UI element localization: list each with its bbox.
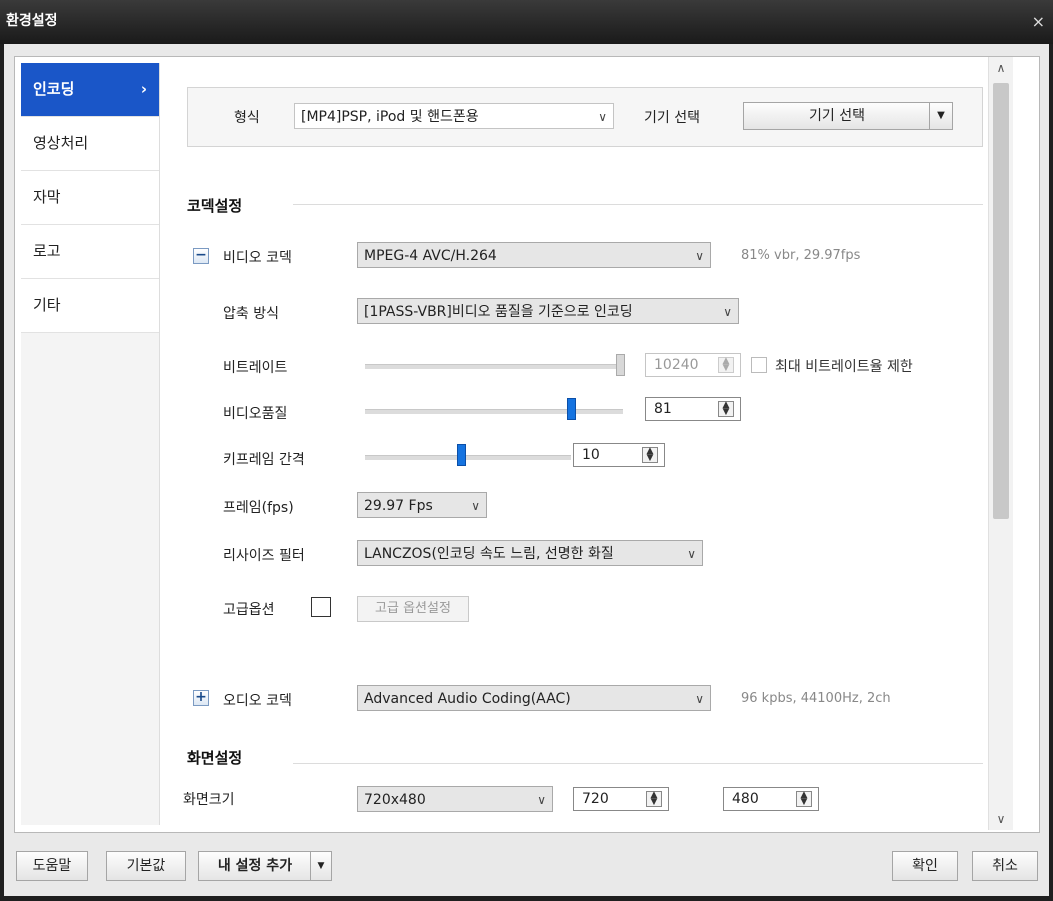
divider bbox=[293, 204, 983, 205]
add-my-setting-label: 내 설정 추가 bbox=[217, 858, 293, 874]
height-spinbox[interactable]: 480 ▲ ▼ bbox=[723, 787, 819, 811]
title-bar[interactable]: 환경설정 × bbox=[0, 0, 1053, 44]
max-bitrate-checkbox[interactable] bbox=[751, 357, 767, 373]
keyframe-spinbox[interactable]: 10 ▲ ▼ bbox=[573, 443, 665, 467]
keyframe-slider-track[interactable] bbox=[365, 455, 571, 460]
quality-label: 비디오품질 bbox=[223, 406, 288, 422]
chevron-down-icon: ∨ bbox=[695, 692, 704, 706]
video-codec-info: 81% vbr, 29.97fps bbox=[741, 248, 861, 263]
audio-codec-info: 96 kpbs, 44100Hz, 2ch bbox=[741, 691, 891, 706]
content-area: 형식 [MP4]PSP, iPod 및 핸드폰용 ∨ 기기 선택 기기 선택 ▼… bbox=[161, 57, 1013, 830]
width-spinbox[interactable]: 720 ▲ ▼ bbox=[573, 787, 669, 811]
device-label: 기기 선택 bbox=[644, 110, 700, 126]
scrollbar-thumb[interactable] bbox=[993, 83, 1009, 519]
cancel-button[interactable]: 취소 bbox=[972, 851, 1038, 881]
chevron-down-icon: ∨ bbox=[471, 499, 480, 513]
sidebar-item-label: 로고 bbox=[33, 242, 61, 260]
default-button[interactable]: 기본값 bbox=[106, 851, 186, 881]
scroll-up-icon[interactable]: ∧ bbox=[989, 57, 1013, 79]
chevron-down-icon: ∨ bbox=[598, 110, 607, 124]
expand-audio-icon[interactable]: + bbox=[193, 690, 209, 706]
compression-label: 압축 방식 bbox=[223, 306, 279, 322]
divider bbox=[293, 763, 983, 764]
spin-arrows-icon[interactable]: ▲ ▼ bbox=[718, 357, 734, 373]
video-codec-select[interactable]: MPEG-4 AVC/H.264 ∨ bbox=[357, 242, 711, 268]
chevron-down-icon: ∨ bbox=[685, 541, 696, 565]
sidebar: 인코딩 › 영상처리 자막 로고 기타 bbox=[21, 63, 160, 825]
screen-size-select[interactable]: 720x480 ∨ bbox=[357, 786, 553, 812]
spin-arrows-icon[interactable]: ▲ ▼ bbox=[796, 791, 812, 807]
chevron-down-icon: ∨ bbox=[723, 305, 732, 319]
advanced-label: 고급옵션 bbox=[223, 602, 275, 618]
settings-panel: 인코딩 › 영상처리 자막 로고 기타 형식 [MP4]PSP, iPod 및 … bbox=[14, 56, 1040, 833]
codec-section-title: 코덱설정 bbox=[187, 197, 243, 215]
dropdown-arrow-icon[interactable]: ▼ bbox=[929, 103, 952, 129]
vertical-scrollbar[interactable]: ∧ ∨ bbox=[988, 57, 1013, 830]
format-select[interactable]: [MP4]PSP, iPod 및 핸드폰용 ∨ bbox=[294, 103, 614, 129]
spin-arrows-icon[interactable]: ▲ ▼ bbox=[718, 401, 734, 417]
add-my-setting-button[interactable]: 내 설정 추가 ▼ bbox=[198, 851, 332, 881]
device-select-button[interactable]: 기기 선택 ▼ bbox=[743, 102, 953, 130]
keyframe-slider-thumb[interactable] bbox=[457, 444, 466, 466]
sidebar-item-logo[interactable]: 로고 bbox=[21, 225, 159, 279]
sidebar-item-video-processing[interactable]: 영상처리 bbox=[21, 117, 159, 171]
bitrate-slider-thumb[interactable] bbox=[616, 354, 625, 376]
bitrate-label: 비트레이트 bbox=[223, 360, 288, 376]
chevron-down-icon: ∨ bbox=[695, 249, 704, 263]
dialog-body: 인코딩 › 영상처리 자막 로고 기타 형식 [MP4]PSP, iPod 및 … bbox=[4, 44, 1049, 896]
quality-slider-track[interactable] bbox=[365, 409, 623, 414]
audio-codec-select[interactable]: Advanced Audio Coding(AAC) ∨ bbox=[357, 685, 711, 711]
audio-codec-label: 오디오 코덱 bbox=[223, 693, 292, 709]
bitrate-spinbox[interactable]: 10240 ▲ ▼ bbox=[645, 353, 741, 377]
fps-select[interactable]: 29.97 Fps ∨ bbox=[357, 492, 487, 518]
settings-window: 환경설정 × 인코딩 › 영상처리 자막 로고 기타 형식 [MP4]PSP, … bbox=[0, 0, 1053, 901]
advanced-checkbox[interactable] bbox=[311, 597, 331, 617]
sidebar-item-label: 기타 bbox=[33, 296, 61, 314]
sidebar-item-label: 자막 bbox=[33, 188, 61, 206]
sidebar-item-subtitle[interactable]: 자막 bbox=[21, 171, 159, 225]
sidebar-item-encoding[interactable]: 인코딩 › bbox=[21, 63, 159, 117]
close-icon[interactable]: × bbox=[1032, 12, 1045, 31]
sidebar-item-etc[interactable]: 기타 bbox=[21, 279, 159, 333]
scroll-down-icon[interactable]: ∨ bbox=[989, 808, 1013, 830]
sidebar-item-label: 영상처리 bbox=[33, 134, 89, 152]
collapse-video-icon[interactable]: − bbox=[193, 248, 209, 264]
screen-size-label: 화면크기 bbox=[183, 792, 235, 808]
screen-section-title: 화면설정 bbox=[187, 749, 243, 767]
compression-select[interactable]: [1PASS-VBR]비디오 품질을 기준으로 인코딩 ∨ bbox=[357, 298, 739, 324]
quality-slider-thumb[interactable] bbox=[567, 398, 576, 420]
resize-filter-select[interactable]: LANCZOS(인코딩 속도 느림, 선명한 화질 ∨ bbox=[357, 540, 703, 566]
video-codec-label: 비디오 코덱 bbox=[223, 250, 292, 266]
keyframe-label: 키프레임 간격 bbox=[223, 452, 305, 468]
dropdown-arrow-icon[interactable]: ▼ bbox=[310, 852, 331, 880]
ok-button[interactable]: 확인 bbox=[892, 851, 958, 881]
advanced-settings-button[interactable]: 고급 옵션설정 bbox=[357, 596, 469, 622]
spin-arrows-icon[interactable]: ▲ ▼ bbox=[642, 447, 658, 463]
sidebar-item-label: 인코딩 bbox=[33, 80, 75, 98]
format-label: 형식 bbox=[234, 110, 260, 126]
window-title: 환경설정 bbox=[6, 13, 58, 29]
chevron-right-icon: › bbox=[140, 80, 147, 98]
chevron-down-icon: ∨ bbox=[537, 793, 546, 807]
device-button-label: 기기 선택 bbox=[809, 108, 865, 124]
max-bitrate-label: 최대 비트레이트율 제한 bbox=[775, 359, 913, 375]
help-button[interactable]: 도움말 bbox=[16, 851, 88, 881]
quality-spinbox[interactable]: 81 ▲ ▼ bbox=[645, 397, 741, 421]
format-box: 형식 [MP4]PSP, iPod 및 핸드폰용 ∨ 기기 선택 기기 선택 ▼ bbox=[187, 87, 983, 147]
bitrate-slider-track[interactable] bbox=[365, 364, 623, 369]
resize-filter-label: 리사이즈 필터 bbox=[223, 548, 305, 564]
spin-arrows-icon[interactable]: ▲ ▼ bbox=[646, 791, 662, 807]
fps-label: 프레임(fps) bbox=[223, 500, 294, 516]
